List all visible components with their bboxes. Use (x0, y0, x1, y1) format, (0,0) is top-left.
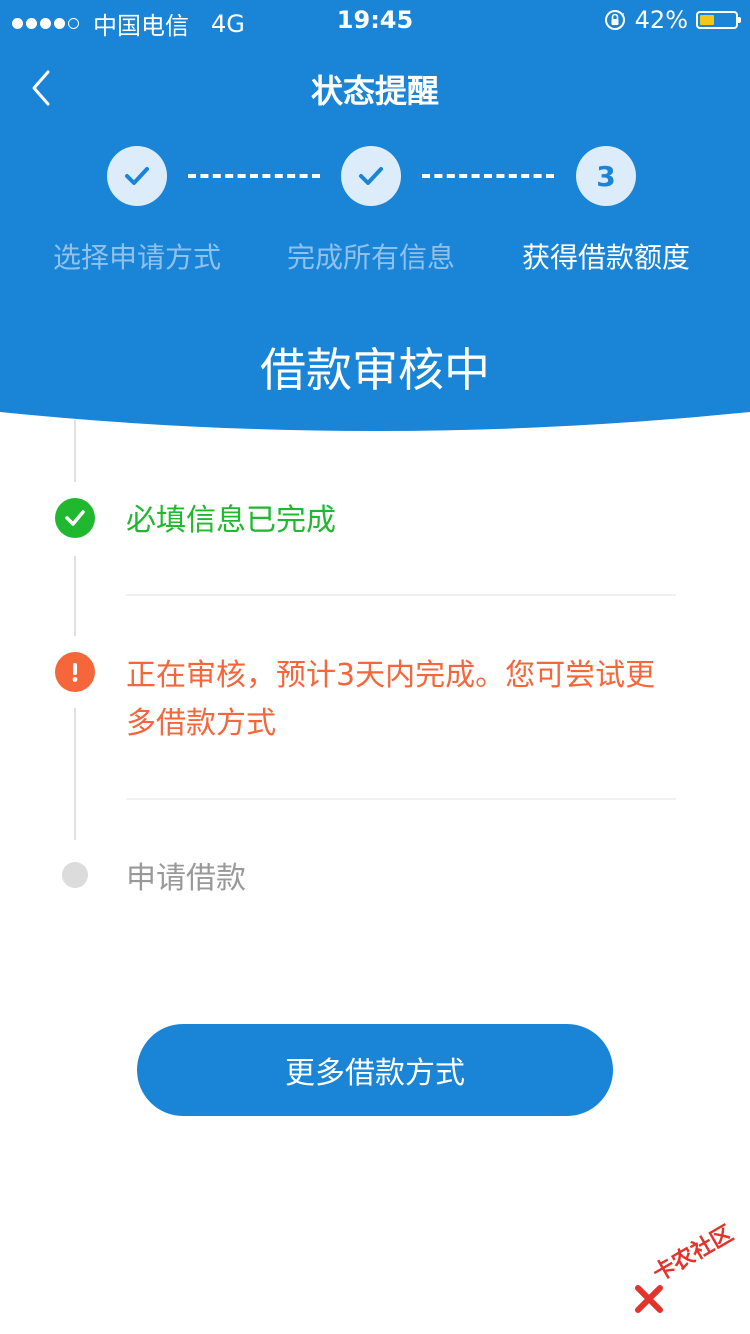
watermark-text: 卡农社区 (649, 1221, 738, 1287)
check-icon (125, 167, 149, 185)
gray-dot-icon (62, 862, 88, 888)
step-1-circle (107, 146, 167, 206)
timeline-line (74, 556, 76, 636)
timeline-item-text: 正在审核，预计3天内完成。您可尝试更多借款方式 (126, 658, 656, 741)
status-headline: 借款审核中 (260, 343, 490, 397)
divider (126, 594, 676, 596)
battery-fill (700, 15, 714, 25)
step-label-1: 选择申请方式 (52, 241, 221, 274)
check-circle-icon (55, 498, 95, 538)
step-2-circle (341, 146, 401, 206)
step-connector (422, 174, 554, 178)
watermark-mark-icon (635, 1285, 663, 1313)
battery-percent: 42% (634, 6, 688, 34)
timeline-line (74, 420, 76, 482)
divider (126, 798, 676, 800)
timeline-item-text: 必填信息已完成 (126, 503, 336, 538)
timeline-item-text: 申请借款 (126, 861, 246, 896)
step-3-circle: 3 (576, 146, 636, 206)
step-label-2: 完成所有信息 (286, 241, 455, 274)
timeline-line (74, 708, 76, 840)
exclamation-icon (72, 663, 78, 682)
status-right: 42% (603, 6, 741, 34)
step-label-3: 获得借款额度 (521, 241, 690, 274)
check-icon (65, 510, 85, 526)
battery-icon (696, 11, 741, 29)
page: 中国电信 4G 19:45 42% 状态提醒 3 选择申请方式 完成所有信息 获… (0, 0, 750, 1334)
step-number: 3 (596, 159, 616, 193)
rotation-lock-icon (604, 10, 625, 30)
exclamation-circle-icon (55, 652, 95, 692)
more-loan-options-button[interactable]: 更多借款方式 (137, 1024, 613, 1116)
page-title: 状态提醒 (310, 72, 439, 110)
watermark-logo: 卡农社区 (632, 1221, 742, 1314)
status-bar: 中国电信 4G 19:45 42% (0, 0, 750, 40)
step-connector (188, 174, 320, 178)
check-icon (359, 167, 383, 185)
